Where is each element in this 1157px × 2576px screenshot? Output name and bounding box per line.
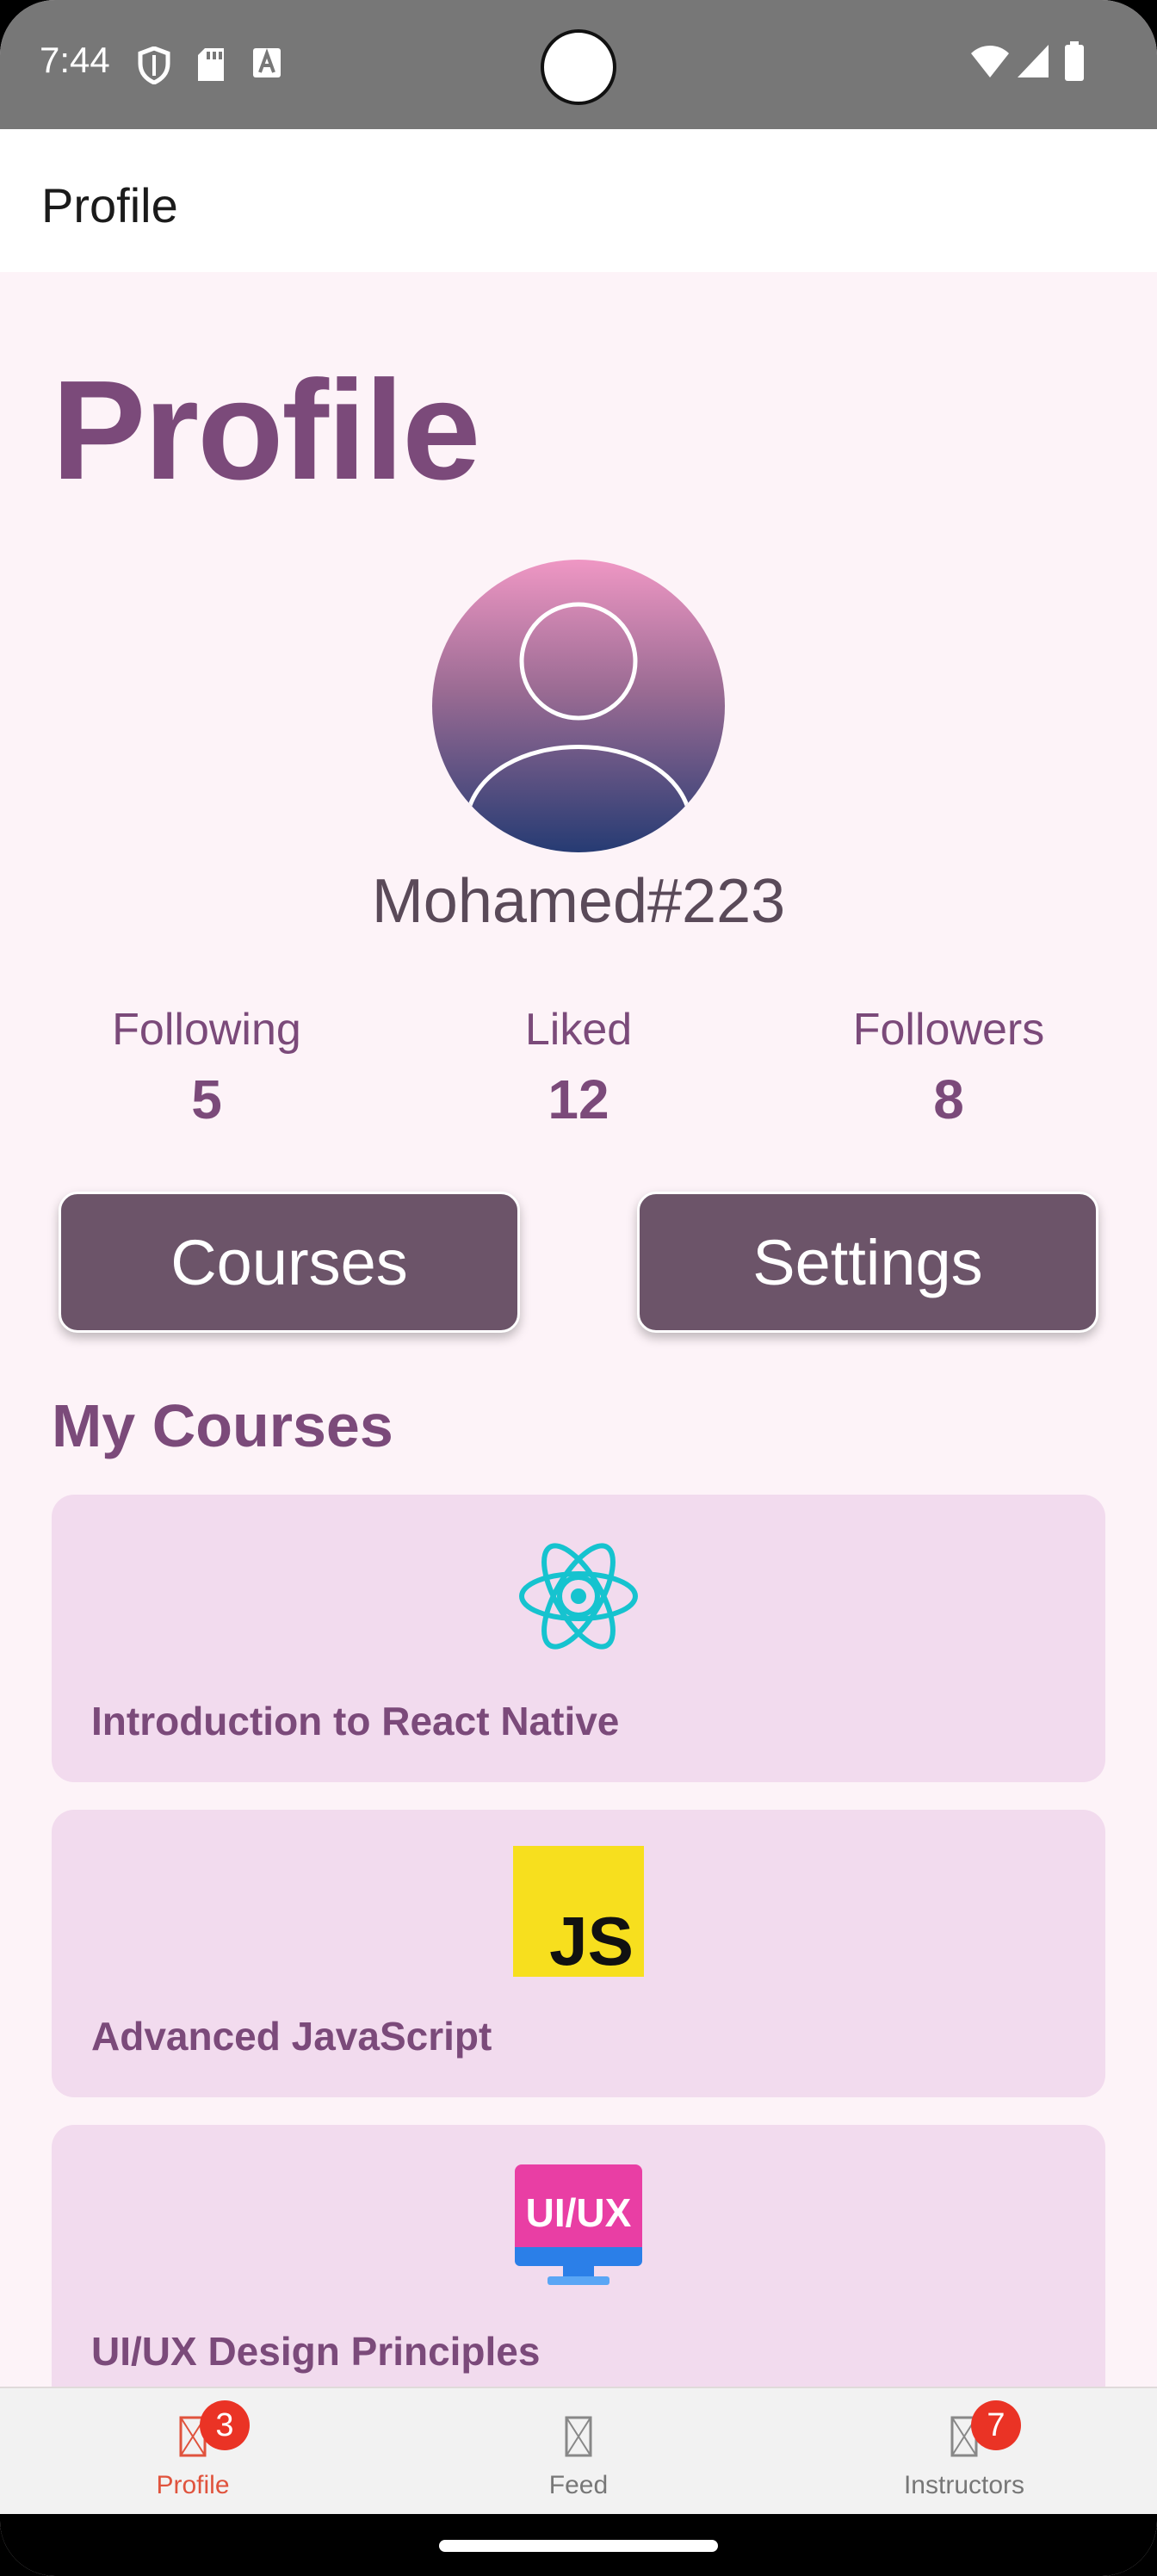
uiux-monitor-icon: UI/UX: [513, 2161, 644, 2292]
missing-image-icon: [558, 2412, 599, 2461]
react-logo-icon: [513, 1531, 644, 1662]
shield-icon: [138, 46, 170, 89]
tab-instructors[interactable]: 7 Instructors: [771, 2388, 1157, 2516]
username: Mohamed#223: [371, 867, 786, 936]
stat-label: Following: [112, 1005, 301, 1055]
settings-button[interactable]: Settings: [637, 1192, 1098, 1333]
stat-value: 12: [548, 1068, 609, 1130]
page-title: Profile: [52, 351, 480, 509]
font-a-icon: [251, 46, 282, 84]
stat-value: 8: [933, 1068, 964, 1130]
header-title: Profile: [41, 178, 178, 232]
svg-text:JS: JS: [549, 1903, 634, 1977]
stat-following[interactable]: Following 5: [52, 1004, 362, 1131]
phone-screen: 7:44 Profile Profile Mohamed#223 Followi…: [0, 0, 1157, 2576]
profile-content[interactable]: Profile Mohamed#223 Following 5 Liked 12…: [0, 272, 1157, 2412]
home-indicator[interactable]: [439, 2540, 718, 2552]
signal-icon: [1016, 43, 1050, 84]
stat-label: Followers: [852, 1005, 1045, 1055]
course-card[interactable]: UI/UX UI/UX Design Principles: [52, 2125, 1105, 2412]
stat-liked[interactable]: Liked 12: [424, 1004, 733, 1131]
course-card[interactable]: JS Advanced JavaScript: [52, 1810, 1105, 2097]
notification-badge: 7: [971, 2400, 1021, 2450]
tab-label: Profile: [156, 2471, 230, 2499]
status-bar: 7:44: [0, 0, 1157, 129]
person-icon: [464, 602, 693, 819]
front-camera: [541, 29, 616, 105]
wifi-icon: [969, 43, 1011, 84]
my-courses-title: My Courses: [52, 1392, 393, 1459]
sd-card-icon: [196, 46, 226, 87]
bottom-tab-bar: 3 Profile Feed 7 Instructors: [0, 2387, 1157, 2514]
tab-label: Instructors: [903, 2471, 1025, 2499]
stat-followers[interactable]: Followers 8: [794, 1004, 1104, 1131]
app-header: Profile: [0, 129, 1157, 272]
course-name: UI/UX Design Principles: [91, 2329, 541, 2374]
tab-label: Feed: [548, 2471, 609, 2499]
course-name: Advanced JavaScript: [91, 2014, 492, 2059]
courses-button[interactable]: Courses: [59, 1192, 520, 1333]
tab-feed[interactable]: Feed: [386, 2388, 771, 2516]
stat-label: Liked: [524, 1005, 633, 1055]
stat-value: 5: [191, 1068, 222, 1130]
uiux-logo-text: UI/UX: [526, 2190, 632, 2235]
tab-profile[interactable]: 3 Profile: [0, 2388, 386, 2516]
course-card[interactable]: Introduction to React Native: [52, 1495, 1105, 1782]
js-logo-icon: JS: [513, 1846, 644, 1979]
course-name: Introduction to React Native: [91, 1699, 620, 1743]
notification-badge: 3: [200, 2400, 250, 2450]
avatar: [432, 560, 725, 852]
battery-icon: [1064, 41, 1085, 85]
status-time: 7:44: [40, 40, 110, 80]
